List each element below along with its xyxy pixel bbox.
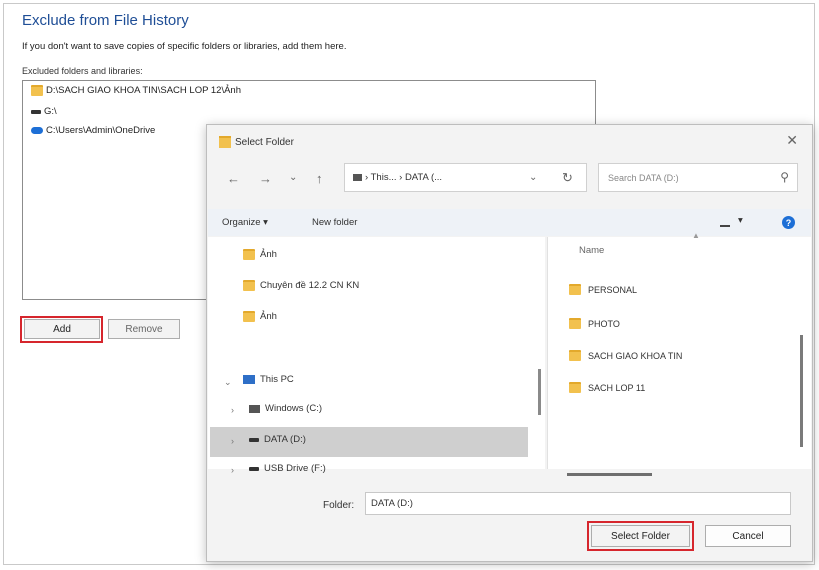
recent-chevron-icon[interactable]: ⌄ bbox=[289, 172, 297, 183]
page-description: If you don't want to save copies of spec… bbox=[22, 41, 347, 52]
nav-item-windows-c[interactable]: Windows (C:) bbox=[249, 403, 322, 414]
refresh-icon[interactable]: ↻ bbox=[562, 170, 573, 186]
address-bar[interactable]: › This... › DATA (... bbox=[344, 163, 587, 192]
sort-caret-icon: ▲ bbox=[692, 231, 700, 240]
excluded-list-label: Excluded folders and libraries: bbox=[22, 66, 143, 76]
drive-icon bbox=[249, 437, 259, 442]
folder-icon bbox=[569, 382, 581, 393]
drive-icon bbox=[249, 404, 260, 413]
nav-item-label: Chuyên đề 12.2 CN KN bbox=[260, 280, 360, 291]
onedrive-icon bbox=[31, 127, 43, 134]
file-row[interactable]: SACH GIAO KHOA TIN bbox=[569, 350, 682, 361]
list-item[interactable]: D:\SACH GIAO KHOA TIN\SACH LOP 12\Ảnh bbox=[31, 85, 241, 96]
new-folder-button[interactable]: New folder bbox=[312, 217, 357, 228]
file-row-label: PHOTO bbox=[588, 318, 620, 329]
file-row[interactable]: PHOTO bbox=[569, 318, 620, 329]
search-icon: ⚲ bbox=[780, 170, 789, 184]
nav-item-label: Ảnh bbox=[260, 249, 277, 260]
forward-arrow-icon[interactable]: → bbox=[259, 171, 272, 186]
dialog-toolbar: Organize ▾ New folder ▾ ? bbox=[208, 209, 811, 236]
nav-item-usb-f[interactable]: USB Drive (F:) bbox=[249, 463, 326, 474]
view-dropdown-icon[interactable]: ▾ bbox=[738, 215, 743, 226]
file-row-label: SACH GIAO KHOA TIN bbox=[588, 350, 683, 361]
view-options-icon[interactable] bbox=[720, 225, 730, 227]
nav-item-anh-2[interactable]: Ảnh bbox=[243, 311, 277, 322]
select-button-highlight bbox=[587, 521, 694, 551]
list-item[interactable]: C:\Users\Admin\OneDrive bbox=[31, 125, 155, 136]
list-item-label: D:\SACH GIAO KHOA TIN\SACH LOP 12\Ảnh bbox=[46, 85, 241, 96]
list-item-label: C:\Users\Admin\OneDrive bbox=[46, 125, 156, 136]
file-row[interactable]: PERSONAL bbox=[569, 284, 637, 295]
search-placeholder: Search DATA (D:) bbox=[608, 173, 679, 183]
page-title: Exclude from File History bbox=[22, 12, 189, 29]
nav-item-label: This PC bbox=[260, 374, 294, 385]
select-folder-dialog: Select Folder ✕ ← → ⌄ ↑ › This... › DATA… bbox=[206, 124, 813, 562]
nav-item-data-d[interactable]: DATA (D:) bbox=[249, 434, 306, 445]
nav-item-label: DATA (D:) bbox=[264, 434, 306, 445]
nav-item-this-pc[interactable]: This PC bbox=[243, 374, 294, 385]
drive-icon bbox=[249, 466, 259, 471]
help-icon[interactable]: ? bbox=[782, 216, 795, 229]
folder-field-label: Folder: bbox=[323, 500, 355, 511]
folder-icon bbox=[569, 318, 581, 329]
nav-item-chuyen-de[interactable]: Chuyên đề 12.2 CN KN bbox=[243, 280, 359, 291]
nav-scrollbar[interactable] bbox=[538, 369, 541, 415]
pc-icon bbox=[243, 375, 255, 384]
folder-icon bbox=[219, 136, 231, 148]
folder-icon bbox=[31, 85, 43, 96]
collapse-chevron-icon[interactable]: ⌄ bbox=[224, 377, 232, 388]
expand-chevron-icon[interactable]: › bbox=[231, 465, 234, 475]
nav-item-label: Ảnh bbox=[260, 311, 277, 322]
file-row[interactable]: SACH LOP 11 bbox=[569, 382, 645, 393]
back-arrow-icon[interactable]: ← bbox=[227, 171, 240, 186]
search-input[interactable]: Search DATA (D:) ⚲ bbox=[598, 163, 798, 192]
nav-item-label: Windows (C:) bbox=[265, 403, 323, 414]
folder-icon bbox=[569, 350, 581, 361]
remove-button[interactable]: Remove bbox=[108, 319, 180, 339]
nav-item-anh[interactable]: Ảnh bbox=[243, 249, 277, 260]
folder-icon bbox=[243, 311, 255, 322]
folder-icon bbox=[243, 249, 255, 260]
address-dropdown-icon[interactable]: ⌄ bbox=[529, 172, 537, 183]
dialog-title: Select Folder bbox=[235, 137, 294, 148]
expand-chevron-icon[interactable]: › bbox=[231, 405, 234, 415]
nav-item-label: USB Drive (F:) bbox=[264, 463, 326, 474]
list-item[interactable]: G:\ bbox=[31, 106, 57, 117]
folder-icon bbox=[569, 284, 581, 295]
list-item-label: G:\ bbox=[44, 106, 57, 117]
pc-icon bbox=[353, 174, 362, 181]
file-row-label: SACH LOP 11 bbox=[588, 382, 646, 393]
folder-icon bbox=[243, 280, 255, 291]
cancel-button[interactable]: Cancel bbox=[705, 525, 791, 547]
file-horizontal-scrollbar[interactable] bbox=[567, 473, 652, 476]
column-header-name[interactable]: Name bbox=[579, 245, 604, 256]
file-vertical-scrollbar[interactable] bbox=[800, 335, 803, 447]
file-row-label: PERSONAL bbox=[588, 284, 638, 295]
address-path: › This... › DATA (... bbox=[365, 172, 443, 183]
close-icon[interactable]: ✕ bbox=[786, 132, 798, 149]
folder-field[interactable] bbox=[365, 492, 791, 515]
up-arrow-icon[interactable]: ↑ bbox=[316, 171, 323, 186]
drive-icon bbox=[31, 109, 41, 114]
organize-button[interactable]: Organize ▾ bbox=[222, 217, 268, 228]
add-button-highlight bbox=[20, 316, 103, 343]
expand-chevron-icon[interactable]: › bbox=[231, 436, 234, 446]
